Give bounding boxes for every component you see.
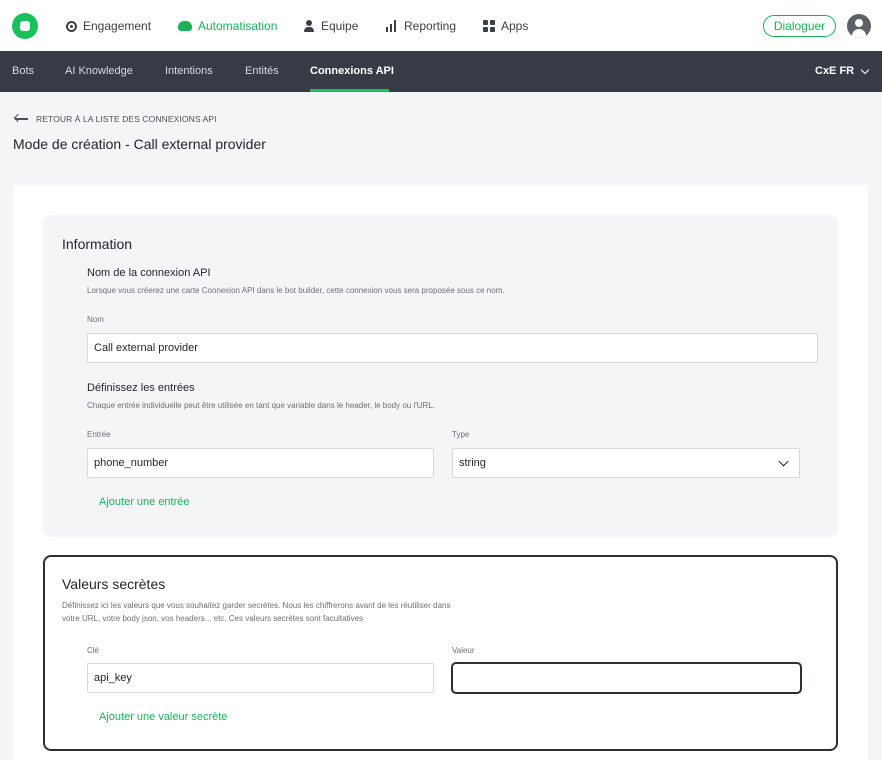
- name-input[interactable]: Call external provider: [87, 333, 818, 363]
- grid-icon: [483, 20, 495, 32]
- chevron-down-icon: [778, 456, 789, 467]
- back-link[interactable]: RETOUR À LA LISTE DES CONNEXIONS API: [14, 114, 217, 124]
- bar-chart-icon: [386, 20, 398, 32]
- nav-item-label: Engagement: [83, 19, 152, 33]
- top-navbar: Engagement Automatisation Equipe Reporti…: [0, 0, 882, 51]
- arrow-left-icon: [14, 114, 28, 124]
- nav-item-label: Apps: [501, 19, 529, 33]
- page-title: Mode de création - Call external provide…: [13, 136, 266, 152]
- type-field-label: Type: [452, 430, 470, 439]
- entry-field-label: Entrée: [87, 430, 111, 439]
- secret-values-description-line2: votre URL, votre body json, vos headers.…: [62, 614, 364, 623]
- language-label: CxE FR: [815, 65, 855, 77]
- key-field-label: Clé: [87, 646, 100, 655]
- user-icon: [303, 20, 315, 32]
- inputs-description: Chaque entrée individuelle peut être uti…: [87, 401, 435, 410]
- tab-connexions-api[interactable]: Connexions API: [310, 65, 394, 77]
- secret-key-input[interactable]: api_key: [87, 663, 434, 693]
- nav-item-label: Reporting: [404, 19, 457, 33]
- avatar[interactable]: [847, 14, 871, 38]
- active-tab-indicator: [310, 89, 389, 92]
- information-section: [43, 215, 838, 537]
- nav-item-engagement[interactable]: Engagement: [66, 17, 151, 35]
- add-secret-value-link[interactable]: Ajouter une valeur secrète: [99, 711, 227, 723]
- tab-intentions[interactable]: Intentions: [165, 65, 213, 77]
- cloud-icon: [178, 21, 192, 31]
- secret-values-description-line1: Définissez ici les valeurs que vous souh…: [62, 601, 451, 610]
- secret-value-input[interactable]: [451, 662, 802, 694]
- inputs-heading: Définissez les entrées: [87, 382, 195, 394]
- connection-name-description: Lorsque vous créerez une carte Connexion…: [87, 286, 505, 295]
- language-selector[interactable]: CxE FR: [815, 65, 870, 77]
- chevron-down-icon: [860, 65, 870, 74]
- add-entry-link[interactable]: Ajouter une entrée: [99, 496, 190, 508]
- dialoguer-button[interactable]: Dialoguer: [763, 15, 836, 37]
- value-field-label: Valeur: [452, 646, 475, 655]
- name-field-label: Nom: [87, 315, 104, 324]
- connection-name-heading: Nom de la connexion API: [87, 267, 211, 279]
- tab-ai-knowledge[interactable]: AI Knowledge: [65, 65, 133, 77]
- tab-entites[interactable]: Entités: [245, 65, 279, 77]
- nav-item-automatisation[interactable]: Automatisation: [178, 17, 277, 35]
- back-link-label: RETOUR À LA LISTE DES CONNEXIONS API: [36, 114, 217, 124]
- secret-values-title: Valeurs secrètes: [62, 576, 166, 592]
- target-icon: [66, 20, 77, 32]
- nav-item-label: Automatisation: [198, 19, 278, 33]
- tab-bots[interactable]: Bots: [12, 65, 34, 77]
- nav-item-label: Equipe: [321, 19, 359, 33]
- information-title: Information: [62, 236, 133, 252]
- nav-item-reporting[interactable]: Reporting: [386, 17, 456, 35]
- nav-item-equipe[interactable]: Equipe: [303, 17, 358, 35]
- type-select-value: string: [459, 457, 486, 469]
- sub-navbar: Bots AI Knowledge Intentions Entités Con…: [0, 51, 882, 92]
- nav-item-apps[interactable]: Apps: [483, 17, 528, 35]
- type-select[interactable]: string: [452, 448, 800, 478]
- app-logo-icon[interactable]: [12, 13, 38, 39]
- entry-input[interactable]: phone_number: [87, 448, 434, 478]
